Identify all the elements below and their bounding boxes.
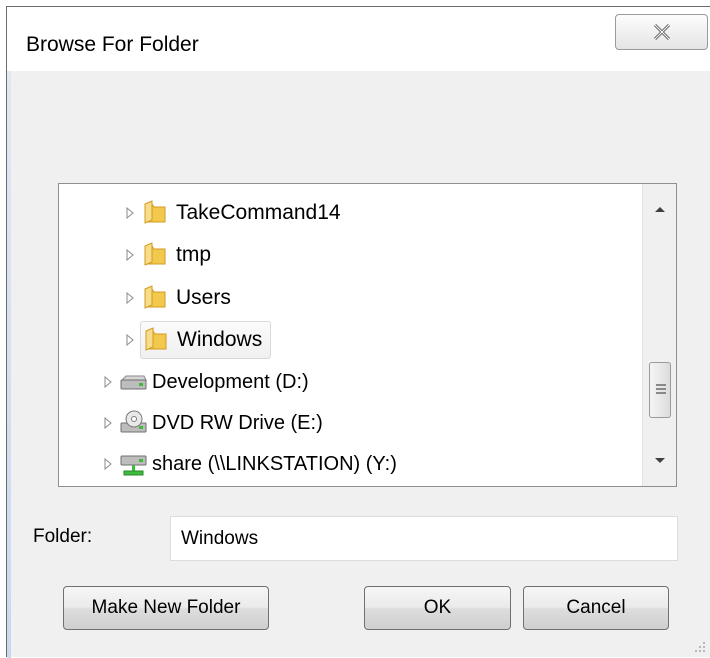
frame-edge [7,71,11,658]
browse-for-folder-dialog: Browse For Folder TakeCommand14 tmp User… [6,6,710,658]
dialog-title: Browse For Folder [26,33,199,56]
folder-icon [144,200,166,224]
make-new-folder-button-label: Make New Folder [91,597,241,618]
tree-item-label: Development (D:) [152,370,309,393]
tree-item-label: DVD RW Drive (E:) [152,411,323,434]
folder-icon [145,327,167,351]
dvd-drive-icon [120,410,147,433]
folder-tree[interactable]: TakeCommand14 tmp Users Windows Developm… [58,183,677,487]
tree-item-label: Windows [177,328,263,351]
tree-item-label: Users [176,286,231,309]
tree-item[interactable]: Development (D:) [100,363,309,401]
ok-button-label: OK [423,597,452,618]
expand-arrow-icon[interactable] [100,415,116,431]
hard-drive-icon [120,375,147,390]
title-bar: Browse For Folder [7,7,710,71]
tree-item-label: tmp [176,243,212,266]
cancel-button-label: Cancel [566,597,626,618]
network-drive-icon [120,455,147,476]
tree-item[interactable]: share (\\LINKSTATION) (Y:) [100,445,397,483]
ok-button[interactable]: OK [364,586,511,630]
folder-icon [144,285,166,309]
tree-item-selected[interactable]: Windows [122,321,272,359]
folder-input[interactable] [170,516,678,561]
close-icon [653,23,670,41]
expand-arrow-icon[interactable] [122,332,138,348]
cancel-button[interactable]: Cancel [523,586,669,630]
tree-item[interactable]: DVD RW Drive (E:) [100,404,323,442]
selection-highlight: Windows [140,321,272,359]
make-new-folder-button[interactable]: Make New Folder [63,586,269,630]
vertical-scrollbar[interactable] [642,184,676,486]
scroll-down-icon[interactable] [653,456,667,466]
tree-item-label: TakeCommand14 [176,201,341,224]
expand-arrow-icon[interactable] [122,290,138,306]
scroll-up-icon[interactable] [653,204,667,214]
close-button[interactable] [615,14,708,50]
tree-item[interactable]: Users [122,279,231,317]
tree-item[interactable]: tmp [122,236,211,274]
resize-grip-icon[interactable] [692,639,706,653]
tree-item[interactable]: TakeCommand14 [122,194,341,232]
grip-lines-icon [656,384,666,394]
folder-icon [144,242,166,266]
scrollbar-thumb[interactable] [649,362,671,418]
expand-arrow-icon[interactable] [100,456,116,472]
folder-field-label: Folder: [33,526,93,547]
expand-arrow-icon[interactable] [100,374,116,390]
expand-arrow-icon[interactable] [122,247,138,263]
expand-arrow-icon[interactable] [122,205,138,221]
tree-item-label: share (\\LINKSTATION) (Y:) [152,452,397,475]
